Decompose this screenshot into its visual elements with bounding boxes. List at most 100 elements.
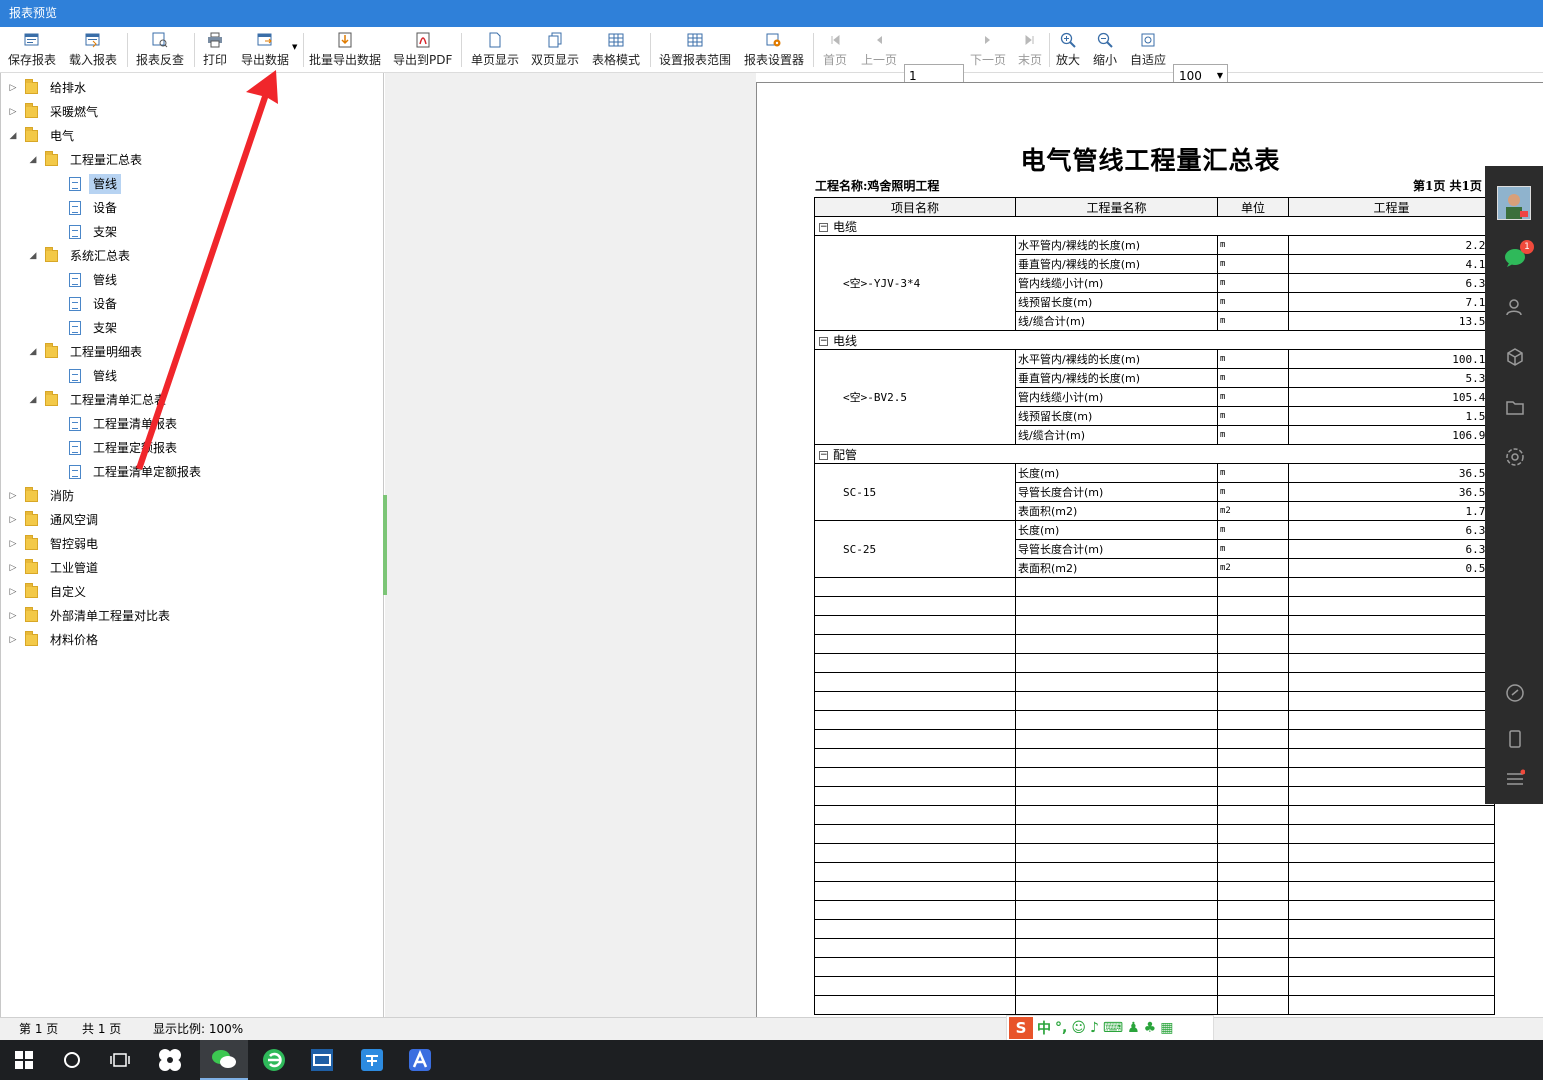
expanded-arrow-icon[interactable]: ◢ bbox=[27, 149, 39, 171]
report-check-button[interactable]: 报表反查 bbox=[136, 29, 184, 71]
tree-node[interactable]: 工程量清单定额报表 bbox=[47, 461, 205, 483]
tree-node[interactable]: ◢ 工程量清单汇总表 bbox=[27, 389, 170, 411]
sogou-logo-icon[interactable]: S bbox=[1009, 1017, 1033, 1039]
empty-cell bbox=[1217, 995, 1289, 1015]
print-button[interactable]: 打印 bbox=[203, 29, 227, 71]
fit-button[interactable]: 自适应 bbox=[1130, 29, 1166, 71]
toolbox-icon[interactable]: ▦ bbox=[1160, 1020, 1173, 1036]
tree-node[interactable]: 工程量定额报表 bbox=[47, 437, 181, 459]
tree-node[interactable]: ▷ 工业管道 bbox=[7, 557, 102, 579]
collapsed-arrow-icon[interactable]: ▷ bbox=[7, 557, 19, 579]
tree-node[interactable]: ▷ 通风空调 bbox=[7, 509, 102, 531]
tree-node[interactable]: 管线 bbox=[47, 365, 121, 387]
box-button[interactable] bbox=[1504, 346, 1526, 368]
tree-node[interactable]: 管线 bbox=[47, 173, 122, 195]
search-button[interactable] bbox=[48, 1040, 96, 1080]
phone-button[interactable] bbox=[1504, 728, 1526, 750]
user-icon[interactable]: ♟ bbox=[1127, 1020, 1140, 1036]
tree-node[interactable]: ▷ 消防 bbox=[7, 485, 78, 507]
tree-node-label: 管线 bbox=[93, 369, 118, 383]
export-dropdown-arrow-icon[interactable]: ▼ bbox=[292, 43, 297, 51]
tree-node[interactable]: ▷ 采暖燃气 bbox=[7, 101, 102, 123]
zoom-in-button[interactable]: 放大 bbox=[1056, 29, 1080, 71]
collapse-icon[interactable]: − bbox=[819, 336, 828, 346]
empty-cell bbox=[1015, 767, 1218, 787]
mini-program-button[interactable] bbox=[1504, 682, 1526, 704]
menu-button[interactable] bbox=[1504, 768, 1526, 790]
ime-mode-toggle[interactable]: 中 bbox=[1037, 1018, 1051, 1038]
apps-button[interactable] bbox=[1504, 446, 1526, 468]
start-button[interactable] bbox=[0, 1040, 48, 1080]
load-report-button[interactable]: 载入报表 bbox=[69, 29, 117, 71]
next-page-button[interactable]: 下一页 bbox=[970, 29, 1006, 71]
group-name: 电线 bbox=[833, 333, 858, 348]
panel-splitter[interactable] bbox=[383, 495, 387, 595]
single-page-button[interactable]: 单页显示 bbox=[471, 29, 519, 71]
folder-icon bbox=[25, 127, 38, 142]
export-pdf-button[interactable]: 导出到PDF bbox=[393, 29, 452, 71]
collapsed-arrow-icon[interactable]: ▷ bbox=[7, 629, 19, 651]
export-data-button[interactable]: 导出数据 bbox=[241, 29, 289, 71]
set-report-range-button[interactable]: 设置报表范围 bbox=[659, 29, 731, 71]
keyboard-icon[interactable]: ⌨ bbox=[1103, 1020, 1123, 1036]
emoji-icon[interactable]: ☺ bbox=[1071, 1020, 1086, 1036]
expanded-arrow-icon[interactable]: ◢ bbox=[27, 341, 39, 363]
contacts-button[interactable] bbox=[1504, 296, 1526, 318]
chat-button[interactable]: 1 bbox=[1504, 240, 1534, 268]
taskbar-app-budget[interactable] bbox=[348, 1040, 396, 1080]
skin-icon[interactable]: ♣ bbox=[1144, 1020, 1157, 1036]
taskbar-app-a[interactable] bbox=[396, 1040, 444, 1080]
collapsed-arrow-icon[interactable]: ▷ bbox=[7, 533, 19, 555]
tree-node[interactable]: 设备 bbox=[47, 197, 121, 219]
microphone-icon[interactable]: ♪ bbox=[1090, 1020, 1099, 1036]
tree-node[interactable]: 工程量清单报表 bbox=[47, 413, 181, 435]
taskbar-app-pinwheel[interactable] bbox=[146, 1040, 194, 1080]
zoom-out-button[interactable]: 缩小 bbox=[1093, 29, 1117, 71]
tree-node[interactable]: ◢ 工程量汇总表 bbox=[27, 149, 146, 171]
tree-node[interactable]: 设备 bbox=[47, 293, 121, 315]
tree-node[interactable]: ◢ 工程量明细表 bbox=[27, 341, 146, 363]
collapsed-arrow-icon[interactable]: ▷ bbox=[7, 77, 19, 99]
report-settings-button[interactable]: 报表设置器 bbox=[744, 29, 804, 71]
collapsed-arrow-icon[interactable]: ▷ bbox=[7, 509, 19, 531]
quantity-name-cell: 水平管内/裸线的长度(m) bbox=[1015, 235, 1218, 255]
task-view-button[interactable] bbox=[96, 1040, 144, 1080]
save-report-button[interactable]: 保存报表 bbox=[8, 29, 56, 71]
taskbar-app-browser[interactable] bbox=[250, 1040, 298, 1080]
avatar[interactable] bbox=[1497, 186, 1531, 220]
last-page-button[interactable]: 末页 bbox=[1018, 29, 1042, 71]
tree-node[interactable]: ▷ 智控弱电 bbox=[7, 533, 102, 555]
expanded-arrow-icon[interactable]: ◢ bbox=[27, 245, 39, 267]
tree-node[interactable]: 管线 bbox=[47, 269, 121, 291]
collapsed-arrow-icon[interactable]: ▷ bbox=[7, 581, 19, 603]
tree-node[interactable]: ◢ 电气 bbox=[7, 125, 78, 147]
tree-node[interactable]: ◢ 系统汇总表 bbox=[27, 245, 134, 267]
tree-node[interactable]: ▷ 材料价格 bbox=[7, 629, 102, 651]
files-button[interactable] bbox=[1504, 396, 1526, 418]
double-page-button[interactable]: 双页显示 bbox=[531, 29, 579, 71]
taskbar-app-wechat[interactable] bbox=[200, 1040, 248, 1080]
collapse-icon[interactable]: − bbox=[819, 450, 828, 460]
tree-node-label: 工程量清单报表 bbox=[93, 417, 178, 431]
collapsed-arrow-icon[interactable]: ▷ bbox=[7, 605, 19, 627]
first-page-button[interactable]: 首页 bbox=[823, 29, 847, 71]
quantity-cell: 1.50 bbox=[1288, 406, 1495, 426]
punctuation-icon[interactable]: °, bbox=[1055, 1020, 1067, 1036]
group-row[interactable]: − 电线 bbox=[814, 330, 1495, 350]
group-row[interactable]: − 配管 bbox=[814, 444, 1495, 464]
prev-page-button[interactable]: 上一页 bbox=[861, 29, 897, 71]
collapsed-arrow-icon[interactable]: ▷ bbox=[7, 101, 19, 123]
tree-node[interactable]: ▷ 给排水 bbox=[7, 77, 90, 99]
collapse-icon[interactable]: − bbox=[819, 222, 828, 232]
collapsed-arrow-icon[interactable]: ▷ bbox=[7, 485, 19, 507]
taskbar-app-blue[interactable] bbox=[298, 1040, 346, 1080]
tree-node[interactable]: ▷ 外部清单工程量对比表 bbox=[7, 605, 174, 627]
expanded-arrow-icon[interactable]: ◢ bbox=[27, 389, 39, 411]
tree-node[interactable]: 支架 bbox=[47, 221, 121, 243]
group-row[interactable]: − 电缆 bbox=[814, 216, 1495, 236]
expanded-arrow-icon[interactable]: ◢ bbox=[7, 125, 19, 147]
tree-node[interactable]: 支架 bbox=[47, 317, 121, 339]
batch-export-button[interactable]: 批量导出数据 bbox=[309, 29, 381, 71]
table-mode-button[interactable]: 表格模式 bbox=[592, 29, 640, 71]
tree-node[interactable]: ▷ 自定义 bbox=[7, 581, 90, 603]
